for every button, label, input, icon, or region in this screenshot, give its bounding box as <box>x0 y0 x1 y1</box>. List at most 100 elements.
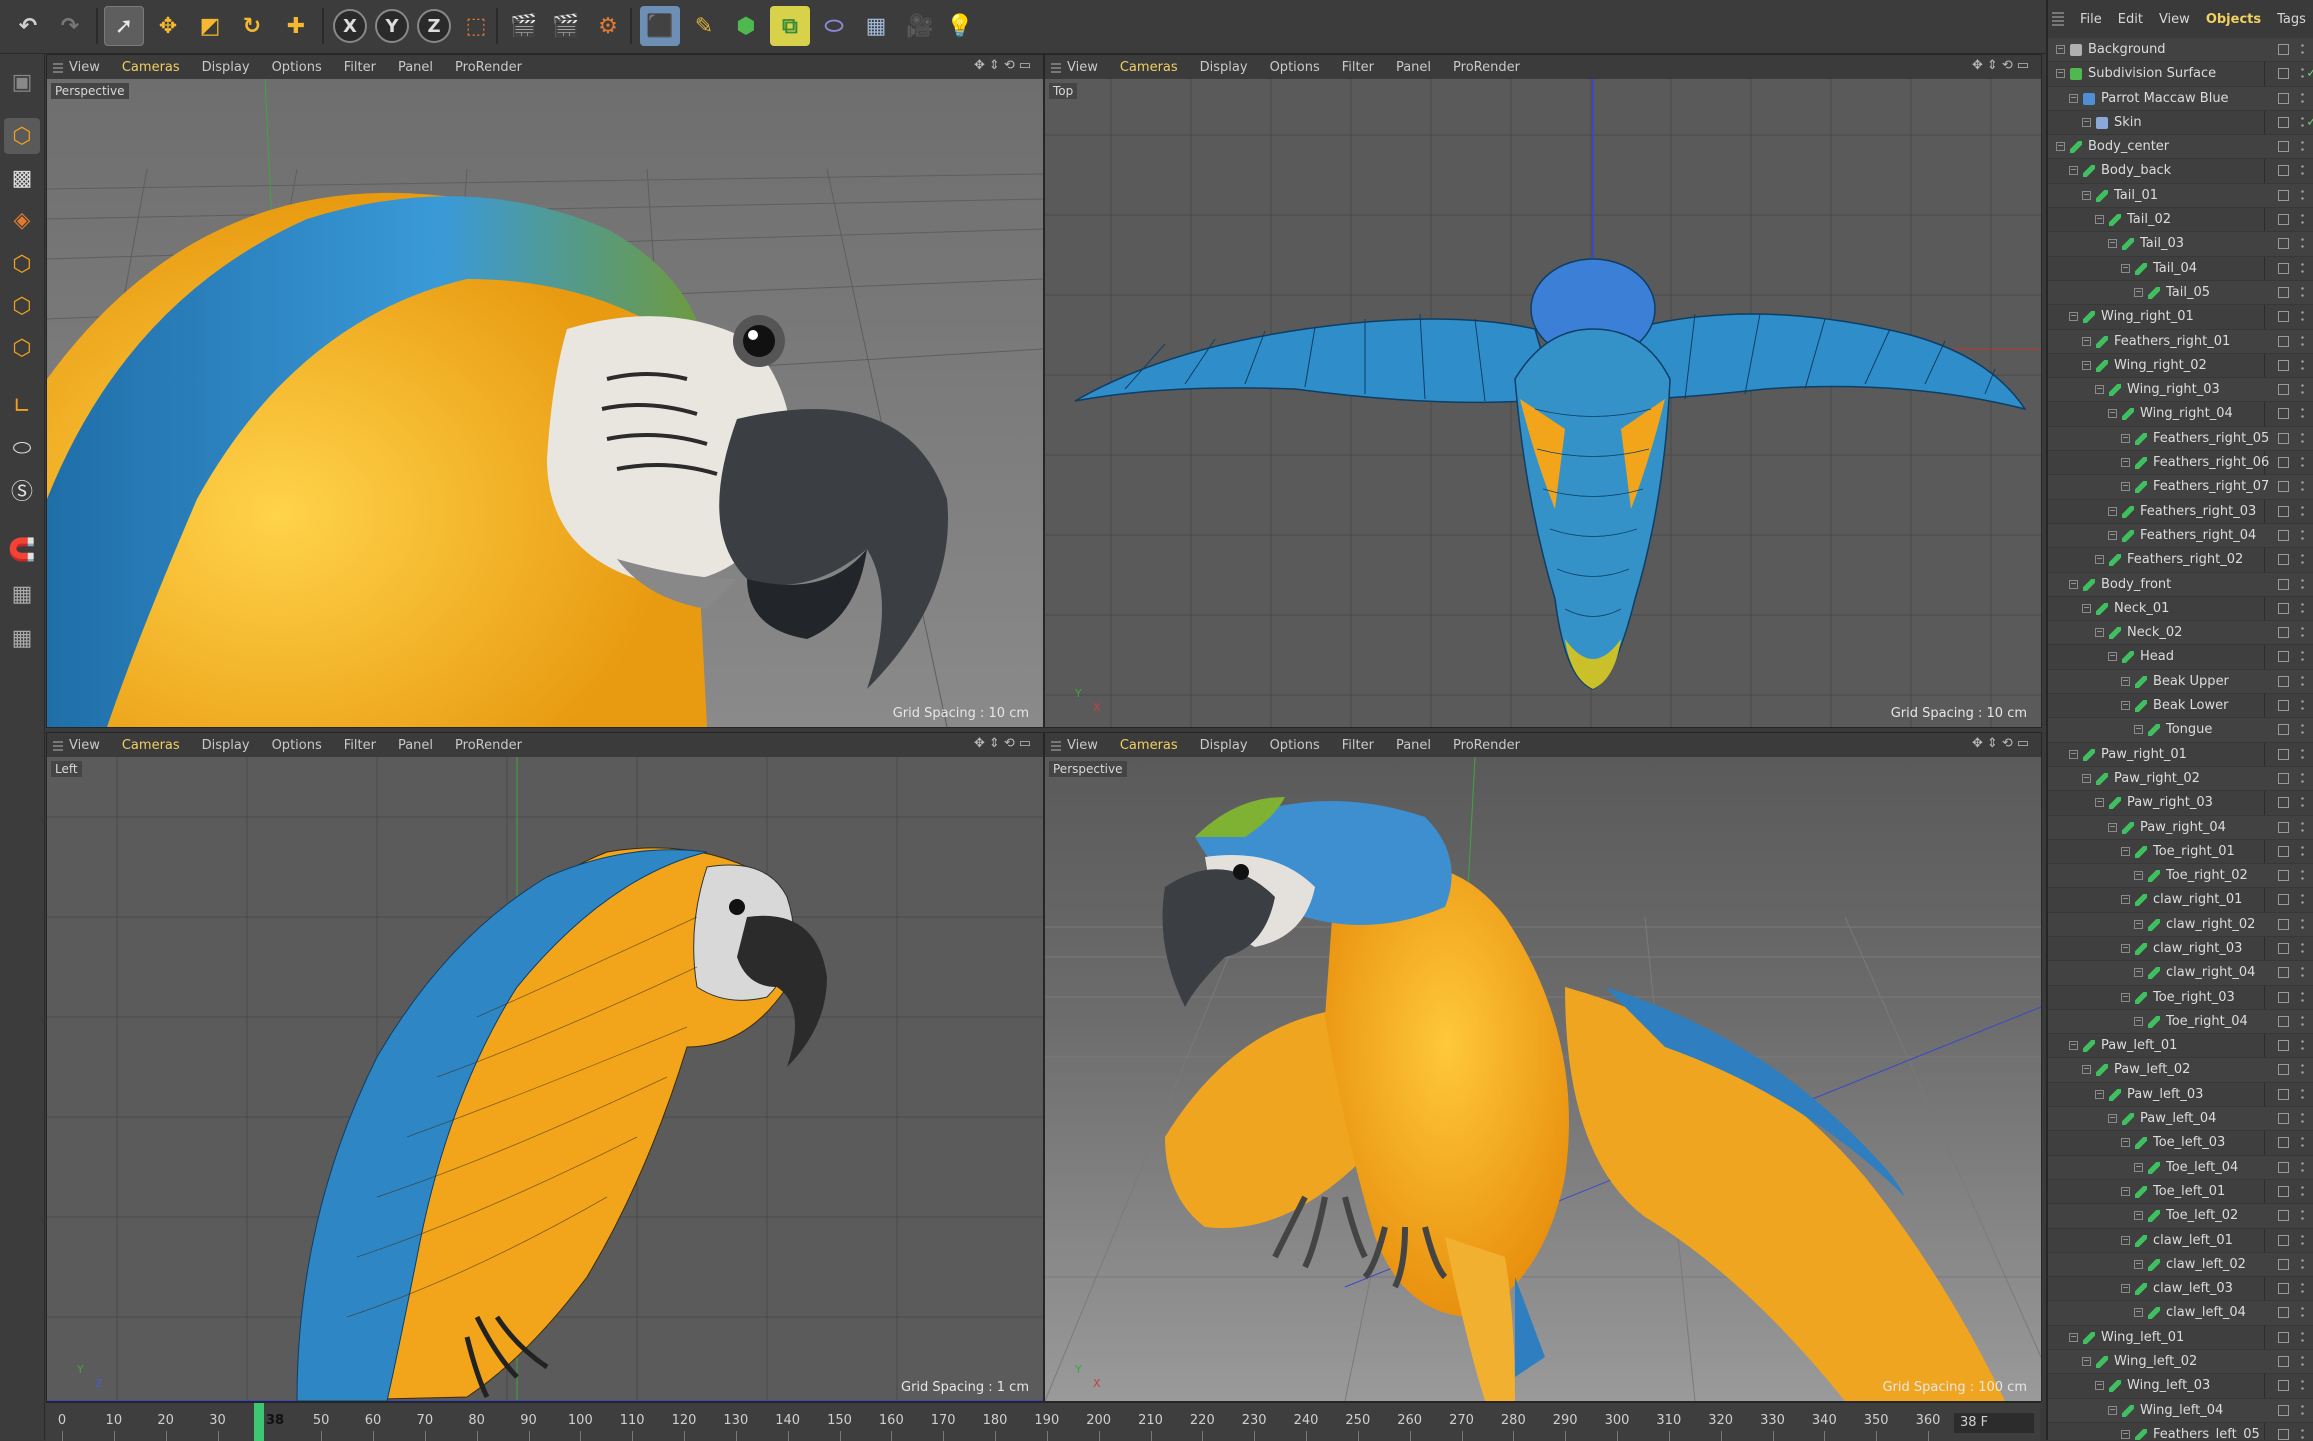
object-row[interactable]: − Tail_04 <box>2048 257 2313 281</box>
layer-checkbox[interactable] <box>2278 1015 2289 1027</box>
tree-toggle-icon[interactable]: − <box>2121 676 2130 686</box>
viewport-perspective-closeup[interactable]: View Cameras Display Options Filter Panel ProR… <box>46 54 1044 728</box>
tree-toggle-icon[interactable]: − <box>2082 336 2091 346</box>
layer-checkbox[interactable] <box>2278 481 2289 493</box>
tree-toggle-icon[interactable]: − <box>2121 482 2130 492</box>
object-row[interactable]: − Tongue <box>2048 718 2313 743</box>
grip-icon[interactable] <box>2052 12 2064 26</box>
visibility-dots-icon[interactable] <box>2300 649 2305 664</box>
visibility-dots-icon[interactable] <box>2300 1013 2305 1028</box>
viewport-menu-filter[interactable]: Filter <box>1342 60 1374 75</box>
tree-toggle-icon[interactable]: − <box>2095 1089 2104 1099</box>
object-menu-objects[interactable]: Objects <box>2206 12 2261 27</box>
tree-toggle-icon[interactable]: − <box>2108 1405 2117 1415</box>
layer-checkbox[interactable] <box>2278 189 2289 201</box>
visibility-dots-icon[interactable] <box>2300 479 2305 494</box>
layer-checkbox[interactable] <box>2278 214 2289 226</box>
tree-toggle-icon[interactable]: − <box>2134 1211 2143 1221</box>
viewport-menu-display[interactable]: Display <box>1200 60 1248 75</box>
layer-checkbox[interactable] <box>2278 845 2289 857</box>
layer-checkbox[interactable] <box>2278 165 2289 177</box>
layer-checkbox[interactable] <box>2278 748 2289 760</box>
visibility-dots-icon[interactable] <box>2300 868 2305 883</box>
visibility-dots-icon[interactable] <box>2300 90 2305 105</box>
visibility-dots-icon[interactable] <box>2300 455 2305 470</box>
tree-toggle-icon[interactable]: − <box>2082 603 2091 613</box>
viewport-menu-options[interactable]: Options <box>272 738 322 753</box>
object-row[interactable]: − Feathers_right_01 <box>2048 329 2313 354</box>
layer-checkbox[interactable] <box>2278 554 2289 566</box>
object-row[interactable]: − claw_right_01 <box>2048 888 2313 913</box>
visibility-dots-icon[interactable] <box>2300 552 2305 567</box>
visibility-dots-icon[interactable] <box>2300 1183 2305 1198</box>
model-mode-icon[interactable]: ⬡ <box>4 118 40 154</box>
object-row[interactable]: − Feathers_right_02 <box>2048 548 2313 573</box>
visibility-dots-icon[interactable] <box>2300 66 2305 81</box>
visibility-dots-icon[interactable] <box>2300 746 2305 761</box>
tree-toggle-icon[interactable]: − <box>2082 1357 2091 1367</box>
visibility-dots-icon[interactable] <box>2300 212 2305 227</box>
viewport-menu-filter[interactable]: Filter <box>344 738 376 753</box>
object-row[interactable]: − Tail_01 <box>2048 183 2313 209</box>
viewport-left[interactable]: View Cameras Display Options Filter Panel ProR… <box>46 732 1044 1402</box>
layer-checkbox[interactable] <box>2278 238 2289 250</box>
viewport-render-area[interactable]: Y Z <box>47 757 1043 1401</box>
layer-checkbox[interactable] <box>2278 942 2289 954</box>
layer-checkbox[interactable] <box>2278 700 2289 712</box>
viewport-render-area[interactable]: Y X <box>1045 79 2041 727</box>
object-row[interactable]: − Tail_03 <box>2048 232 2313 257</box>
visibility-dots-icon[interactable] <box>2300 1111 2305 1126</box>
z-axis-icon[interactable]: Z <box>414 6 454 46</box>
tree-toggle-icon[interactable]: − <box>2095 628 2104 638</box>
viewport-menu-view[interactable]: View <box>69 738 100 753</box>
visibility-dots-icon[interactable] <box>2300 382 2305 397</box>
texture-mode-icon[interactable]: ▩ <box>4 160 40 196</box>
cube-icon[interactable]: ⬛ <box>640 6 680 46</box>
viewport-menu-options[interactable]: Options <box>1270 738 1320 753</box>
layer-checkbox[interactable] <box>2278 1380 2289 1392</box>
layer-checkbox[interactable] <box>2278 1113 2289 1125</box>
visibility-dots-icon[interactable] <box>2300 42 2305 56</box>
visibility-dots-icon[interactable] <box>2300 722 2305 737</box>
tree-toggle-icon[interactable]: − <box>2121 1138 2130 1148</box>
viewport-menu-view[interactable]: View <box>1067 738 1098 753</box>
object-row[interactable]: − claw_left_04 <box>2048 1301 2313 1326</box>
tweak-mode-icon[interactable]: ⬭ <box>4 430 40 466</box>
object-row[interactable]: − Toe_right_02 <box>2048 864 2313 889</box>
tree-toggle-icon[interactable]: − <box>2056 142 2065 152</box>
axis-mode-icon[interactable]: ∟ <box>4 388 40 424</box>
tree-toggle-icon[interactable]: − <box>2095 798 2104 808</box>
pen-icon[interactable]: ✎ <box>684 6 724 46</box>
layer-checkbox[interactable] <box>2278 967 2289 979</box>
tree-toggle-icon[interactable]: − <box>2121 458 2130 468</box>
object-row[interactable]: − Toe_left_03 <box>2048 1131 2313 1156</box>
subdivision-icon[interactable]: ⬢ <box>726 6 766 46</box>
object-row[interactable]: − claw_left_03 <box>2048 1277 2313 1302</box>
object-row[interactable]: − Background <box>2048 38 2313 63</box>
floor-icon[interactable]: ▦ <box>856 6 896 46</box>
grip-icon[interactable] <box>53 61 63 73</box>
tree-toggle-icon[interactable]: − <box>2121 263 2130 273</box>
visibility-dots-icon[interactable] <box>2300 357 2305 372</box>
visibility-dots-icon[interactable] <box>2300 1256 2305 1271</box>
object-row[interactable]: − Parrot Maccaw Blue <box>2048 86 2313 111</box>
layer-checkbox[interactable] <box>2278 651 2289 663</box>
visibility-dots-icon[interactable] <box>2300 600 2305 615</box>
visibility-dots-icon[interactable] <box>2300 503 2305 518</box>
move-icon[interactable]: ✥ <box>148 6 188 46</box>
tree-toggle-icon[interactable]: − <box>2069 1332 2078 1342</box>
tree-toggle-icon[interactable]: − <box>2121 433 2130 443</box>
visibility-dots-icon[interactable] <box>2300 1159 2305 1174</box>
visibility-dots-icon[interactable] <box>2300 333 2305 348</box>
tree-toggle-icon[interactable]: − <box>2082 360 2091 370</box>
grip-icon[interactable] <box>1051 739 1061 751</box>
object-row[interactable]: − Feathers_left_05 <box>2048 1423 2313 1440</box>
object-menu-file[interactable]: File <box>2080 12 2102 27</box>
layer-checkbox[interactable] <box>2278 675 2289 687</box>
layer-checkbox[interactable] <box>2278 870 2289 882</box>
layer-checkbox[interactable] <box>2278 92 2289 104</box>
object-row[interactable]: − Neck_01 <box>2048 597 2313 622</box>
viewport-nav-icons[interactable]: ✥⇕⟲▭ <box>974 736 1035 751</box>
layer-checkbox[interactable] <box>2278 286 2289 298</box>
viewport-menu-prorender[interactable]: ProRender <box>1453 738 1520 753</box>
